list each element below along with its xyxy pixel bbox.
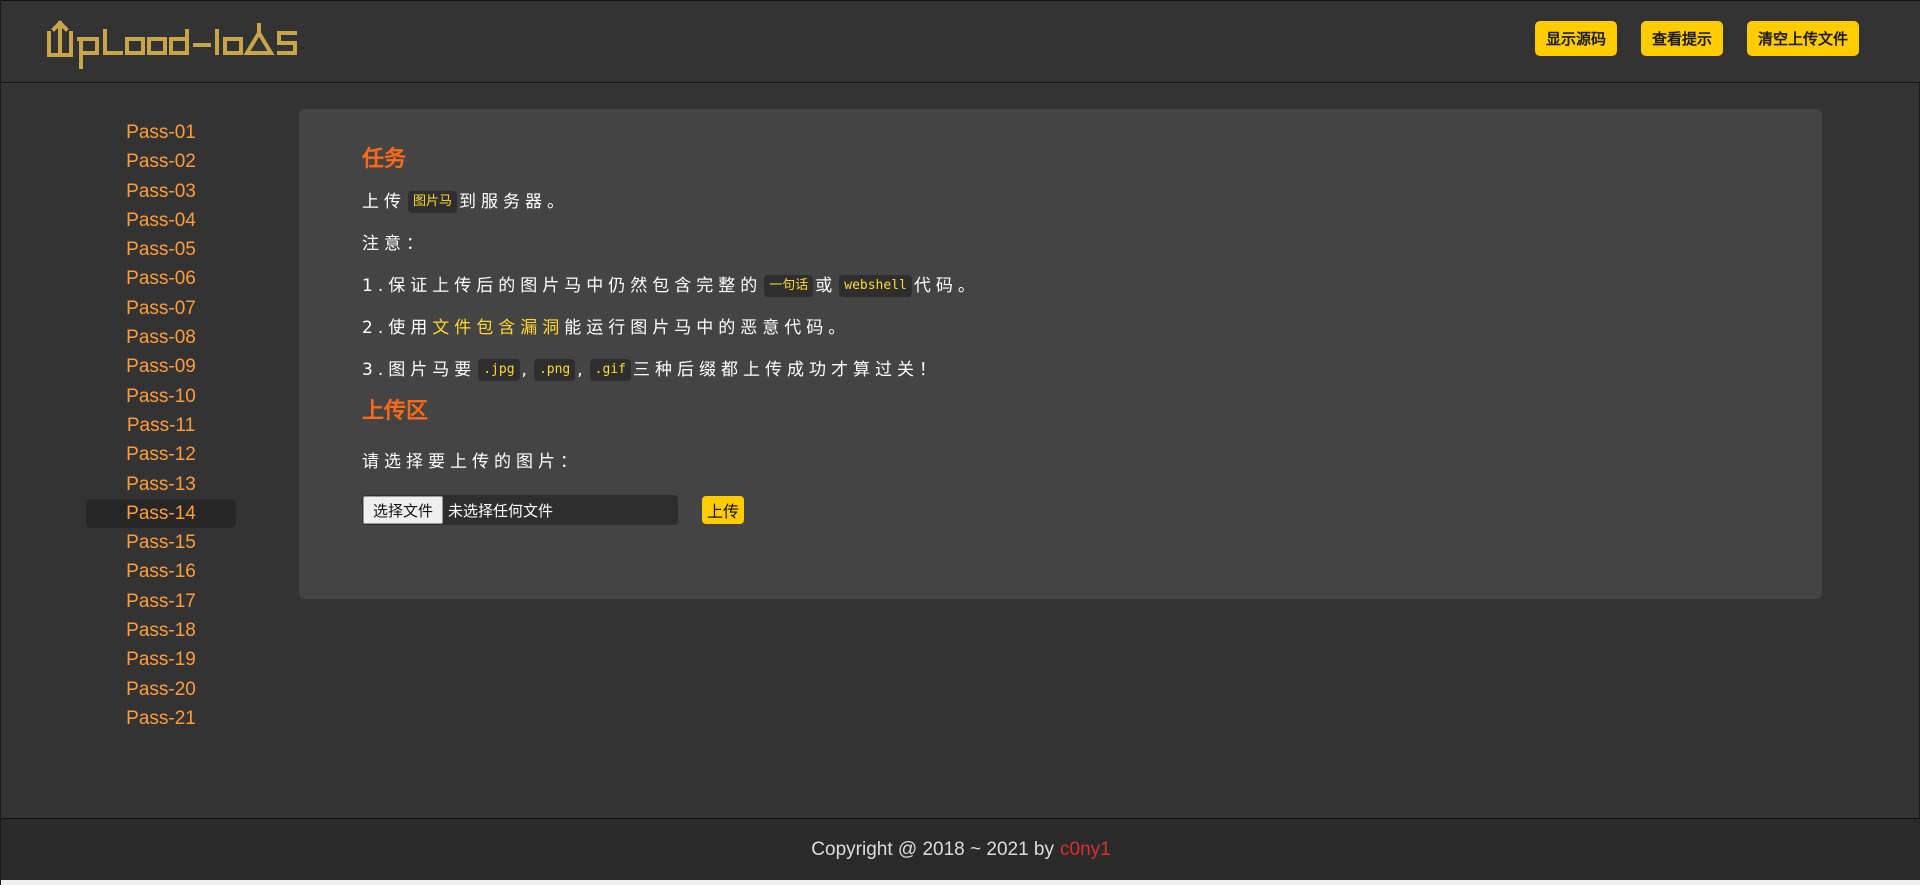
- sidebar-item-pass-05[interactable]: Pass-05: [86, 235, 236, 264]
- sidebar-item-pass-07[interactable]: Pass-07: [86, 294, 236, 323]
- text: 或: [815, 276, 838, 296]
- choose-file-button[interactable]: 选择文件: [363, 496, 444, 524]
- sidebar-item-pass-17[interactable]: Pass-17: [86, 587, 236, 616]
- text: 2.使用: [362, 318, 433, 338]
- separator: ,: [521, 360, 532, 380]
- text: 代码。: [913, 276, 980, 296]
- clear-uploads-button[interactable]: 清空上传文件: [1746, 21, 1859, 56]
- sidebar-item-pass-08[interactable]: Pass-08: [86, 323, 236, 352]
- sidebar-item-pass-02[interactable]: Pass-02: [86, 147, 236, 176]
- sidebar-item-pass-10[interactable]: Pass-10: [86, 382, 236, 411]
- sidebar-item-pass-12[interactable]: Pass-12: [86, 440, 236, 469]
- copyright-text: Copyright @ 2018 ~ 2021 by: [811, 839, 1054, 860]
- note-label: 注意：: [362, 234, 428, 254]
- author-link[interactable]: c0ny1: [1060, 839, 1111, 860]
- sidebar-item-pass-14[interactable]: Pass-14: [86, 498, 236, 529]
- sidebar-item-pass-09[interactable]: Pass-09: [86, 352, 236, 381]
- code-png: .png: [533, 359, 576, 381]
- file-inclusion-link[interactable]: 文件包含漏洞: [432, 318, 564, 338]
- view-hint-button[interactable]: 查看提示: [1640, 21, 1723, 56]
- header: 显示源码 查看提示 清空上传文件: [1, 0, 1920, 83]
- text: 上传: [362, 192, 406, 212]
- sidebar-item-pass-03[interactable]: Pass-03: [86, 177, 236, 206]
- sidebar-item-pass-06[interactable]: Pass-06: [86, 264, 236, 293]
- sidebar-item-pass-15[interactable]: Pass-15: [86, 528, 236, 557]
- bottom-edge: [1, 880, 1920, 885]
- header-button-group: 显示源码 查看提示 清空上传文件: [1534, 21, 1859, 56]
- sidebar-item-pass-01[interactable]: Pass-01: [86, 118, 236, 147]
- sidebar-item-pass-21[interactable]: Pass-21: [86, 704, 236, 733]
- sidebar-item-pass-04[interactable]: Pass-04: [86, 206, 236, 235]
- separator: ,: [577, 360, 588, 380]
- note-item-2: 2.使用文件包含漏洞能运行图片马中的恶意代码。: [362, 313, 1782, 343]
- main-panel: 任务 上传 图片马 到服务器。 注意： 1.保证上传后的图片马中仍然包含完整的 一句话…: [299, 109, 1822, 599]
- text: 1.保证上传后的图片马中仍然包含完整的: [362, 276, 763, 296]
- file-input[interactable]: 选择文件 未选择任何文件: [362, 495, 678, 525]
- sidebar-item-pass-11[interactable]: Pass-11: [86, 411, 236, 440]
- sidebar-item-pass-16[interactable]: Pass-16: [86, 557, 236, 586]
- sidebar-item-pass-20[interactable]: Pass-20: [86, 675, 236, 704]
- upload-prompt: 请选择要上传的图片：: [362, 452, 582, 472]
- footer: Copyright @ 2018 ~ 2021 by c0ny1: [1, 818, 1920, 885]
- text: 到服务器。: [459, 192, 570, 212]
- sidebar-item-pass-18[interactable]: Pass-18: [86, 616, 236, 645]
- code-image-shell: 图片马: [408, 191, 458, 213]
- show-source-button[interactable]: 显示源码: [1534, 21, 1617, 56]
- note-item-1: 1.保证上传后的图片马中仍然包含完整的 一句话或 webshell 代码。: [362, 271, 1782, 301]
- text: 三种后缀都上传成功才算过关！: [632, 360, 941, 380]
- task-line-upload: 上传 图片马 到服务器。: [362, 187, 1782, 217]
- code-webshell: webshell: [839, 275, 912, 297]
- text: 能运行图片马中的恶意代码。: [564, 318, 851, 338]
- upload-title: 上传区: [362, 399, 429, 424]
- sidebar-item-pass-13[interactable]: Pass-13: [86, 470, 236, 499]
- level-sidebar: Pass-01 Pass-02 Pass-03 Pass-04 Pass-05 Pass-…: [86, 118, 236, 733]
- text: 3.图片马要: [362, 360, 477, 380]
- panel-content: 任务 上传 图片马 到服务器。 注意： 1.保证上传后的图片马中仍然包含完整的 一句话…: [362, 145, 1782, 525]
- code-jpg: .jpg: [478, 359, 520, 381]
- sidebar-item-pass-19[interactable]: Pass-19: [86, 645, 236, 674]
- upload-form: 选择文件 未选择任何文件 上传: [362, 495, 1782, 525]
- task-title: 任务: [362, 147, 407, 172]
- file-status: 未选择任何文件: [448, 501, 554, 520]
- upload-submit-button[interactable]: 上传: [702, 496, 745, 524]
- upload-labs-logo[interactable]: [45, 15, 335, 71]
- code-one-liner: 一句话: [764, 275, 814, 297]
- code-gif: .gif: [589, 359, 631, 381]
- note-item-3: 3.图片马要 .jpg, .png, .gif 三种后缀都上传成功才算过关！: [362, 355, 1782, 385]
- page: 显示源码 查看提示 清空上传文件 Pass-01 Pass-02 Pass-03 Pa…: [0, 0, 1920, 885]
